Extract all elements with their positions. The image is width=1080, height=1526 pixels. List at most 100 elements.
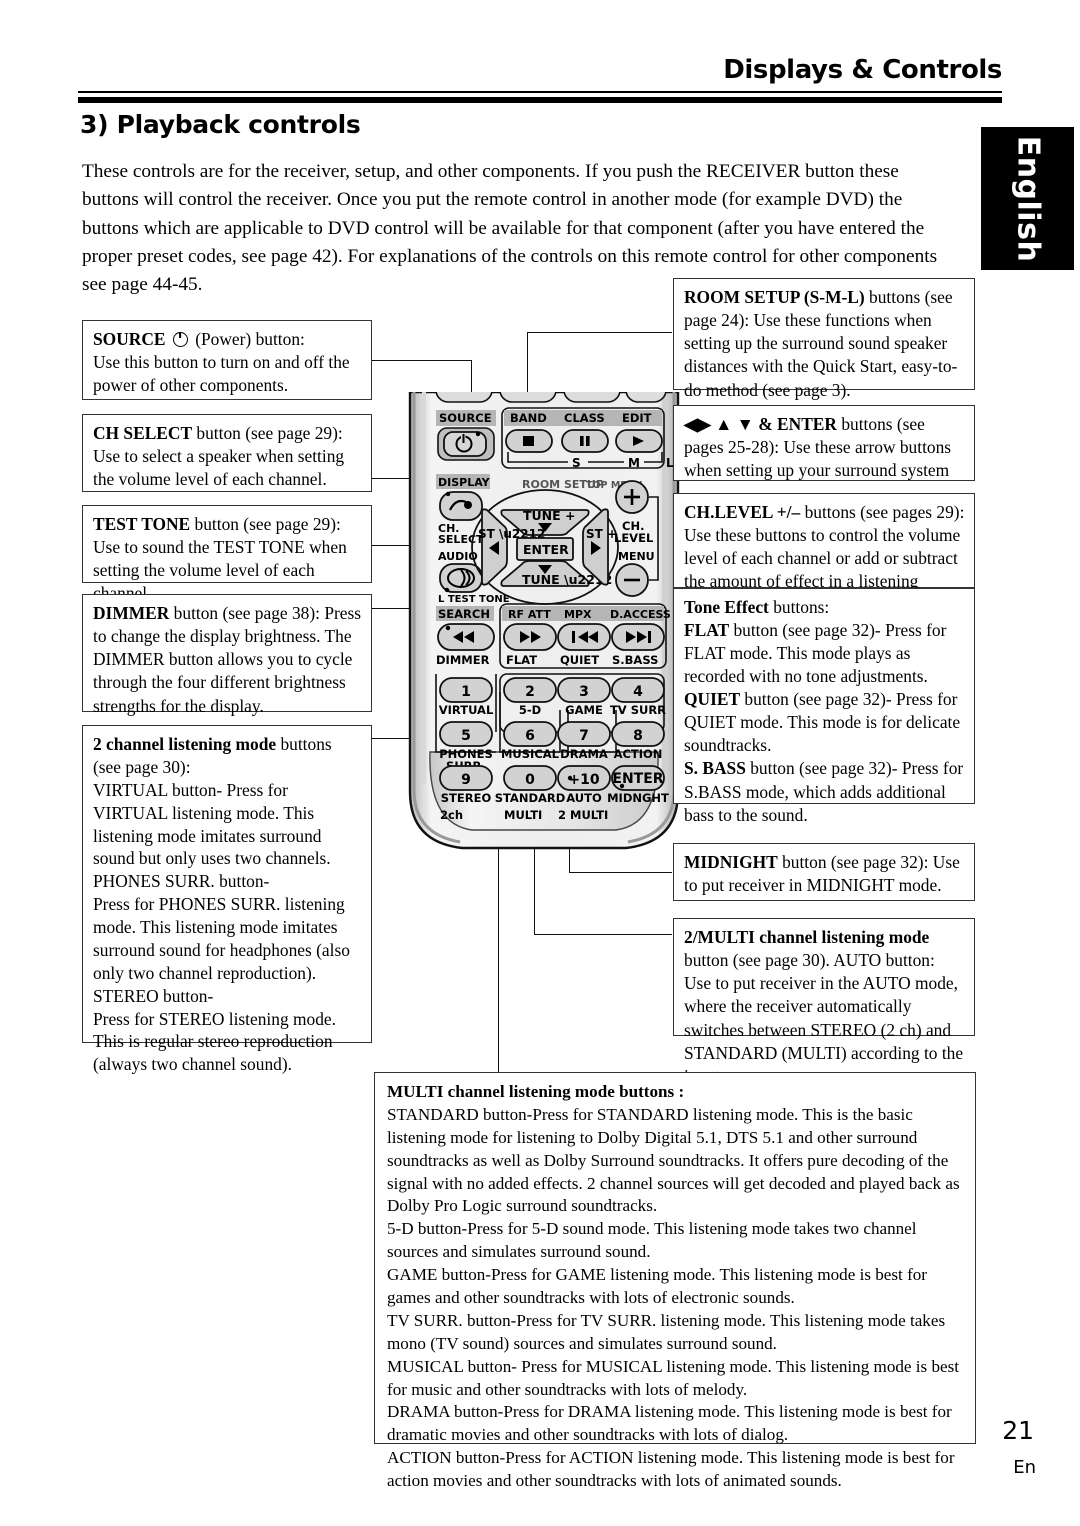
callout-tone-effect-flat-bold: FLAT xyxy=(684,620,730,641)
svg-text:VIRTUAL: VIRTUAL xyxy=(439,703,494,717)
connector-source-h xyxy=(372,360,472,362)
language-tab-label: English xyxy=(1010,135,1045,262)
svg-text:MUSICAL: MUSICAL xyxy=(501,747,560,761)
callout-test-tone: TEST TONE button (see page 29): Use to s… xyxy=(82,505,372,603)
callout-multi-mode-title: 2/MULTI channel listening mode xyxy=(684,927,930,947)
callout-multi-buttons-p2: 5-D button-Press for 5-D sound mode. Thi… xyxy=(387,1219,917,1262)
callout-tone-effect-sbass: S. BASS button (see page 32)- Press for … xyxy=(684,757,965,826)
svg-text:STEREO: STEREO xyxy=(441,791,492,805)
callout-midnight-title: MIDNIGHT xyxy=(684,852,778,872)
svg-text:L TEST TONE: L TEST TONE xyxy=(438,594,510,605)
svg-text:1: 1 xyxy=(461,684,471,700)
callout-multi-buttons-p7: ACTION button-Press for ACTION listening… xyxy=(387,1448,955,1491)
svg-text:MPX: MPX xyxy=(564,608,592,621)
header-rule-thick xyxy=(78,97,1002,103)
callout-tone-effect-quiet: QUIET button (see page 32)- Press for QU… xyxy=(684,688,965,757)
callout-dimmer: DIMMER button (see page 38): Press to ch… xyxy=(82,594,372,716)
callout-ch-level-title: CH.LEVEL +/– xyxy=(684,502,801,522)
connector-roomsetup-h xyxy=(527,332,672,334)
callout-tone-effect-title-bold: Tone Effect xyxy=(684,597,769,617)
callout-ch-select-title: CH SELECT xyxy=(93,423,193,443)
svg-text:EDIT: EDIT xyxy=(622,411,652,425)
callout-multi-buttons: MULTI channel listening mode buttons : S… xyxy=(374,1072,976,1490)
callout-multi-buttons-p1: STANDARD button-Press for STANDARD liste… xyxy=(387,1104,960,1216)
callout-two-channel-line-2: PHONES SURR. button- xyxy=(93,871,270,892)
svg-text:D.ACCESS: D.ACCESS xyxy=(610,608,671,621)
svg-text:AUTO: AUTO xyxy=(566,791,602,805)
svg-text:DISPLAY: DISPLAY xyxy=(438,476,491,489)
svg-text:2ch: 2ch xyxy=(440,808,463,822)
svg-text:DIMMER: DIMMER xyxy=(436,653,490,667)
svg-text:4: 4 xyxy=(633,684,643,700)
svg-text:S: S xyxy=(572,456,581,470)
power-icon xyxy=(172,329,188,347)
callout-two-channel-title: 2 channel listening mode buttons (see pa… xyxy=(93,733,362,779)
document-page: Displays & Controls 3) Playback controls… xyxy=(0,0,1080,1526)
callout-multi-buttons-p6: DRAMA button-Press for DRAMA listening m… xyxy=(387,1402,952,1445)
callout-multi-buttons-p5: MUSICAL button- Press for MUSICAL listen… xyxy=(387,1356,959,1399)
svg-text:BAND: BAND xyxy=(510,411,547,425)
callout-ch-level: CH.LEVEL +/– buttons (see pages 29): Use… xyxy=(673,493,975,615)
header-rule-thin xyxy=(78,91,1002,93)
callout-arrows-enter-title: ◀▶ ▲ ▼ & ENTER xyxy=(684,414,837,434)
svg-text:GAME: GAME xyxy=(565,703,603,717)
callout-two-channel-line-4: STEREO button- xyxy=(93,985,214,1006)
callout-two-channel: 2 channel listening mode buttons (see pa… xyxy=(82,725,372,1074)
svg-text:TUNE +: TUNE + xyxy=(523,508,576,523)
svg-text:FLAT: FLAT xyxy=(506,653,537,667)
callout-multi-buttons-p3: GAME button-Press for GAME listening mod… xyxy=(387,1265,927,1308)
svg-text:5-D: 5-D xyxy=(519,703,541,717)
svg-text:0: 0 xyxy=(525,772,535,788)
callout-ch-select: CH SELECT button (see page 29): Use to s… xyxy=(82,414,372,492)
svg-text:QUIET: QUIET xyxy=(560,653,599,667)
svg-text:MIDNGHT: MIDNGHT xyxy=(607,791,669,805)
callout-tone-effect-title: Tone Effect buttons: xyxy=(684,596,965,619)
svg-text:S.BASS: S.BASS xyxy=(612,653,658,667)
callout-room-setup: ROOM SETUP (S-M-L) buttons (see page 24)… xyxy=(673,278,975,400)
svg-text:TV SURR: TV SURR xyxy=(610,703,666,717)
callout-dimmer-title: DIMMER xyxy=(93,603,170,623)
callout-test-tone-title: TEST TONE xyxy=(93,514,191,534)
svg-text:+10: +10 xyxy=(568,772,599,788)
callout-two-channel-line-5: Press for STEREO listening mode. This is… xyxy=(93,1008,336,1075)
callout-tone-effect-quiet-bold: QUIET xyxy=(684,689,741,710)
remote-control-illustration: SOURCE BAND CLASS EDIT S M L DISPLAY CH.… xyxy=(400,392,688,858)
svg-text:RF ATT: RF ATT xyxy=(508,608,551,621)
page-language-code: En xyxy=(1013,1457,1036,1478)
callout-tone-effect-title-rest: buttons: xyxy=(768,597,830,617)
svg-text:7: 7 xyxy=(579,728,589,744)
svg-text:2 MULTI: 2 MULTI xyxy=(558,808,608,822)
callout-two-channel-title-bold: 2 channel listening mode xyxy=(93,734,277,754)
svg-text:8: 8 xyxy=(633,728,643,744)
callout-two-channel-line-3: Press for PHONES SURR. listening mode. T… xyxy=(93,894,350,983)
callout-multi-buttons-p4: TV SURR. button-Press for TV SURR. liste… xyxy=(387,1310,946,1353)
callout-source-title: SOURCE (Power) button: xyxy=(93,328,362,351)
callout-arrows-enter: ◀▶ ▲ ▼ & ENTER buttons (see pages 25-28)… xyxy=(673,405,975,481)
callout-source-body: Use this button to turn on and off the p… xyxy=(93,352,350,396)
svg-text:MULTI: MULTI xyxy=(504,808,542,822)
callout-room-setup-title: ROOM SETUP (S-M-L) xyxy=(684,287,865,307)
callout-source: SOURCE (Power) button: Use this button t… xyxy=(82,320,372,400)
callout-tone-effect: Tone Effect buttons: FLAT button (see pa… xyxy=(673,588,975,825)
svg-text:DRAMA: DRAMA xyxy=(560,747,608,761)
callout-multi-buttons-title: MULTI channel listening mode buttons : xyxy=(387,1082,685,1101)
svg-text:2: 2 xyxy=(525,684,535,700)
svg-text:3: 3 xyxy=(579,684,589,700)
callout-multi-mode: 2/MULTI channel listening mode button (s… xyxy=(673,918,975,1086)
callout-source-title-rest: (Power) button: xyxy=(195,329,305,349)
callout-tone-effect-flat: FLAT button (see page 32)- Press for FLA… xyxy=(684,619,965,688)
callout-midnight: MIDNIGHT button (see page 32): Use to pu… xyxy=(673,843,975,901)
svg-text:SOURCE: SOURCE xyxy=(439,411,492,425)
svg-text:SEARCH: SEARCH xyxy=(438,607,490,621)
svg-text:M: M xyxy=(628,456,640,470)
svg-text:ACTION: ACTION xyxy=(614,747,663,761)
callout-source-title-bold: SOURCE xyxy=(93,329,166,349)
svg-text:MENU: MENU xyxy=(618,550,655,563)
connector-midnight-h xyxy=(569,872,672,874)
svg-text:5: 5 xyxy=(461,728,471,744)
page-number: 21 xyxy=(1002,1416,1034,1445)
connector-multi-h xyxy=(534,934,672,936)
svg-text:ENTER: ENTER xyxy=(523,542,569,557)
svg-text:STANDARD: STANDARD xyxy=(495,791,566,805)
callout-multi-mode-body: button (see page 30). AUTO button: Use t… xyxy=(684,950,964,1086)
